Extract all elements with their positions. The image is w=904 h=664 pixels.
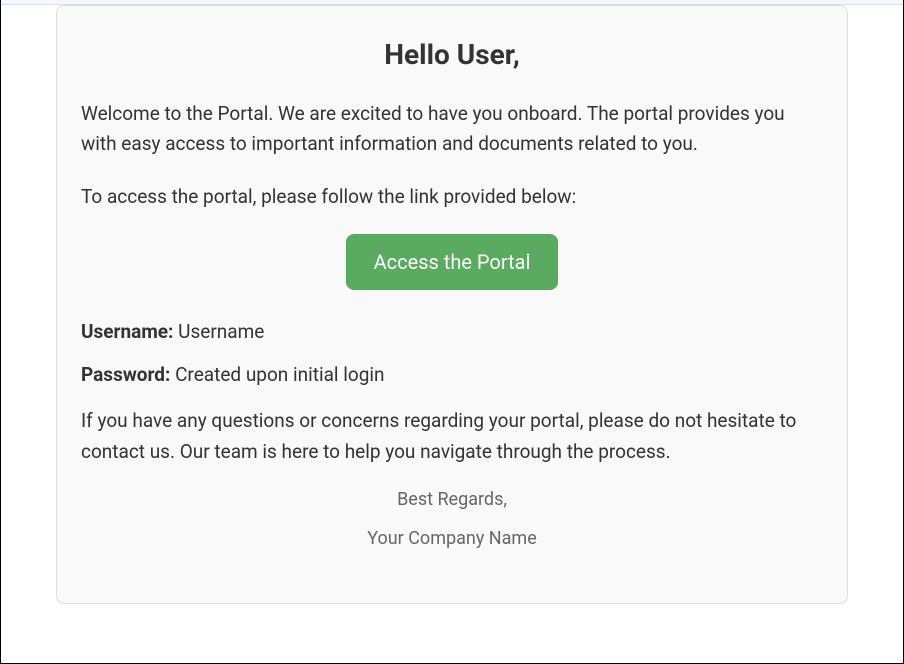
username-line: Username: Username [81, 320, 823, 343]
password-label: Password: [81, 363, 170, 386]
greeting-heading: Hello User, [81, 38, 823, 71]
instruction-paragraph: To access the portal, please follow the … [81, 182, 823, 212]
password-value: Created upon initial login [175, 363, 384, 386]
username-label: Username: [81, 320, 173, 343]
password-line: Password: Created upon initial login [81, 363, 823, 386]
cta-wrap: Access the Portal [81, 234, 823, 290]
welcome-paragraph: Welcome to the Portal. We are excited to… [81, 99, 823, 160]
company-text: Your Company Name [81, 528, 823, 549]
username-value: Username [178, 320, 264, 343]
email-card: Hello User, Welcome to the Portal. We ar… [56, 5, 848, 604]
signoff-text: Best Regards, [81, 489, 823, 510]
access-portal-button[interactable]: Access the Portal [346, 234, 559, 290]
support-paragraph: If you have any questions or concerns re… [81, 406, 823, 467]
